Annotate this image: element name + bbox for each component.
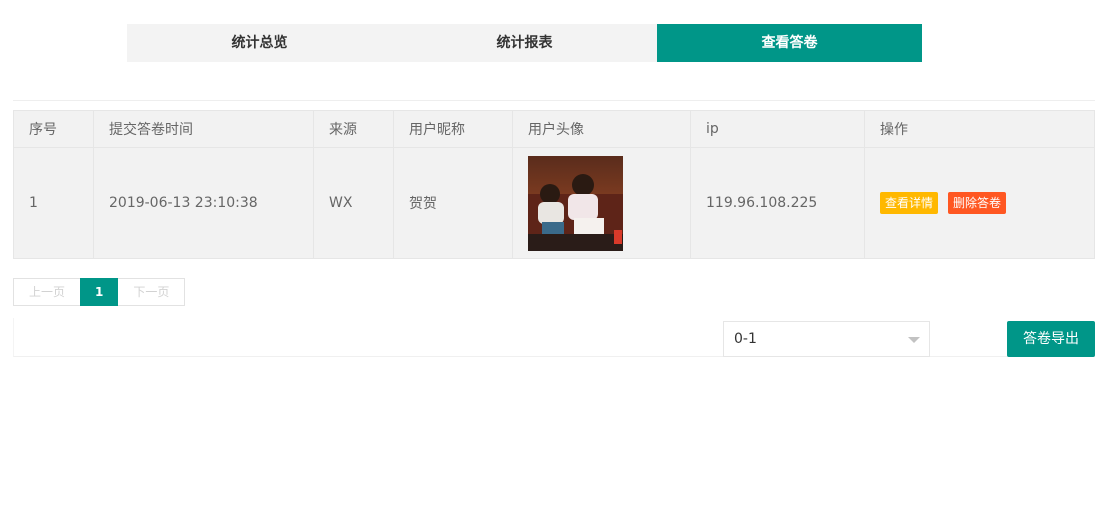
cell-nickname: 贺贺 xyxy=(393,147,513,259)
view-detail-button[interactable]: 查看详情 xyxy=(880,192,939,214)
header-nickname: 用户昵称 xyxy=(393,110,513,148)
divider xyxy=(13,100,1095,101)
cell-avatar xyxy=(512,147,691,259)
current-page-button[interactable]: 1 xyxy=(80,278,119,306)
tab-bar: 统计总览 统计报表 查看答卷 xyxy=(127,24,922,62)
cell-actions: 查看详情 删除答卷 xyxy=(864,147,1095,259)
table-row: 1 2019-06-13 23:10:38 WX 贺贺 119.96.108.2… xyxy=(13,147,1095,259)
tab-overview[interactable]: 统计总览 xyxy=(127,24,392,62)
delete-answer-button[interactable]: 删除答卷 xyxy=(948,192,1007,214)
header-avatar: 用户头像 xyxy=(512,110,691,148)
header-actions: 操作 xyxy=(864,110,1095,148)
answers-table: 序号 提交答卷时间 来源 用户昵称 用户头像 ip 操作 1 2019-06-1… xyxy=(13,110,1095,259)
header-ip: ip xyxy=(690,110,865,148)
header-index: 序号 xyxy=(13,110,94,148)
header-submit-time: 提交答卷时间 xyxy=(93,110,314,148)
range-select[interactable]: 0-1 xyxy=(723,321,930,357)
user-avatar-photo[interactable] xyxy=(528,155,623,251)
caret-down-icon xyxy=(908,337,920,343)
pagination: 上一页 1 下一页 xyxy=(13,278,186,306)
export-answers-button[interactable]: 答卷导出 xyxy=(1007,321,1095,357)
cell-index: 1 xyxy=(13,147,94,259)
prev-page-button[interactable]: 上一页 xyxy=(13,278,81,306)
tab-report[interactable]: 统计报表 xyxy=(392,24,657,62)
tab-view-answers[interactable]: 查看答卷 xyxy=(657,24,922,62)
table-header-row: 序号 提交答卷时间 来源 用户昵称 用户头像 ip 操作 xyxy=(13,110,1095,148)
header-source: 来源 xyxy=(313,110,394,148)
cell-source: WX xyxy=(313,147,394,259)
export-panel xyxy=(13,318,1095,357)
cell-ip: 119.96.108.225 xyxy=(690,147,865,259)
next-page-button[interactable]: 下一页 xyxy=(118,278,186,306)
range-select-value: 0-1 xyxy=(734,331,757,347)
cell-submit-time: 2019-06-13 23:10:38 xyxy=(93,147,314,259)
